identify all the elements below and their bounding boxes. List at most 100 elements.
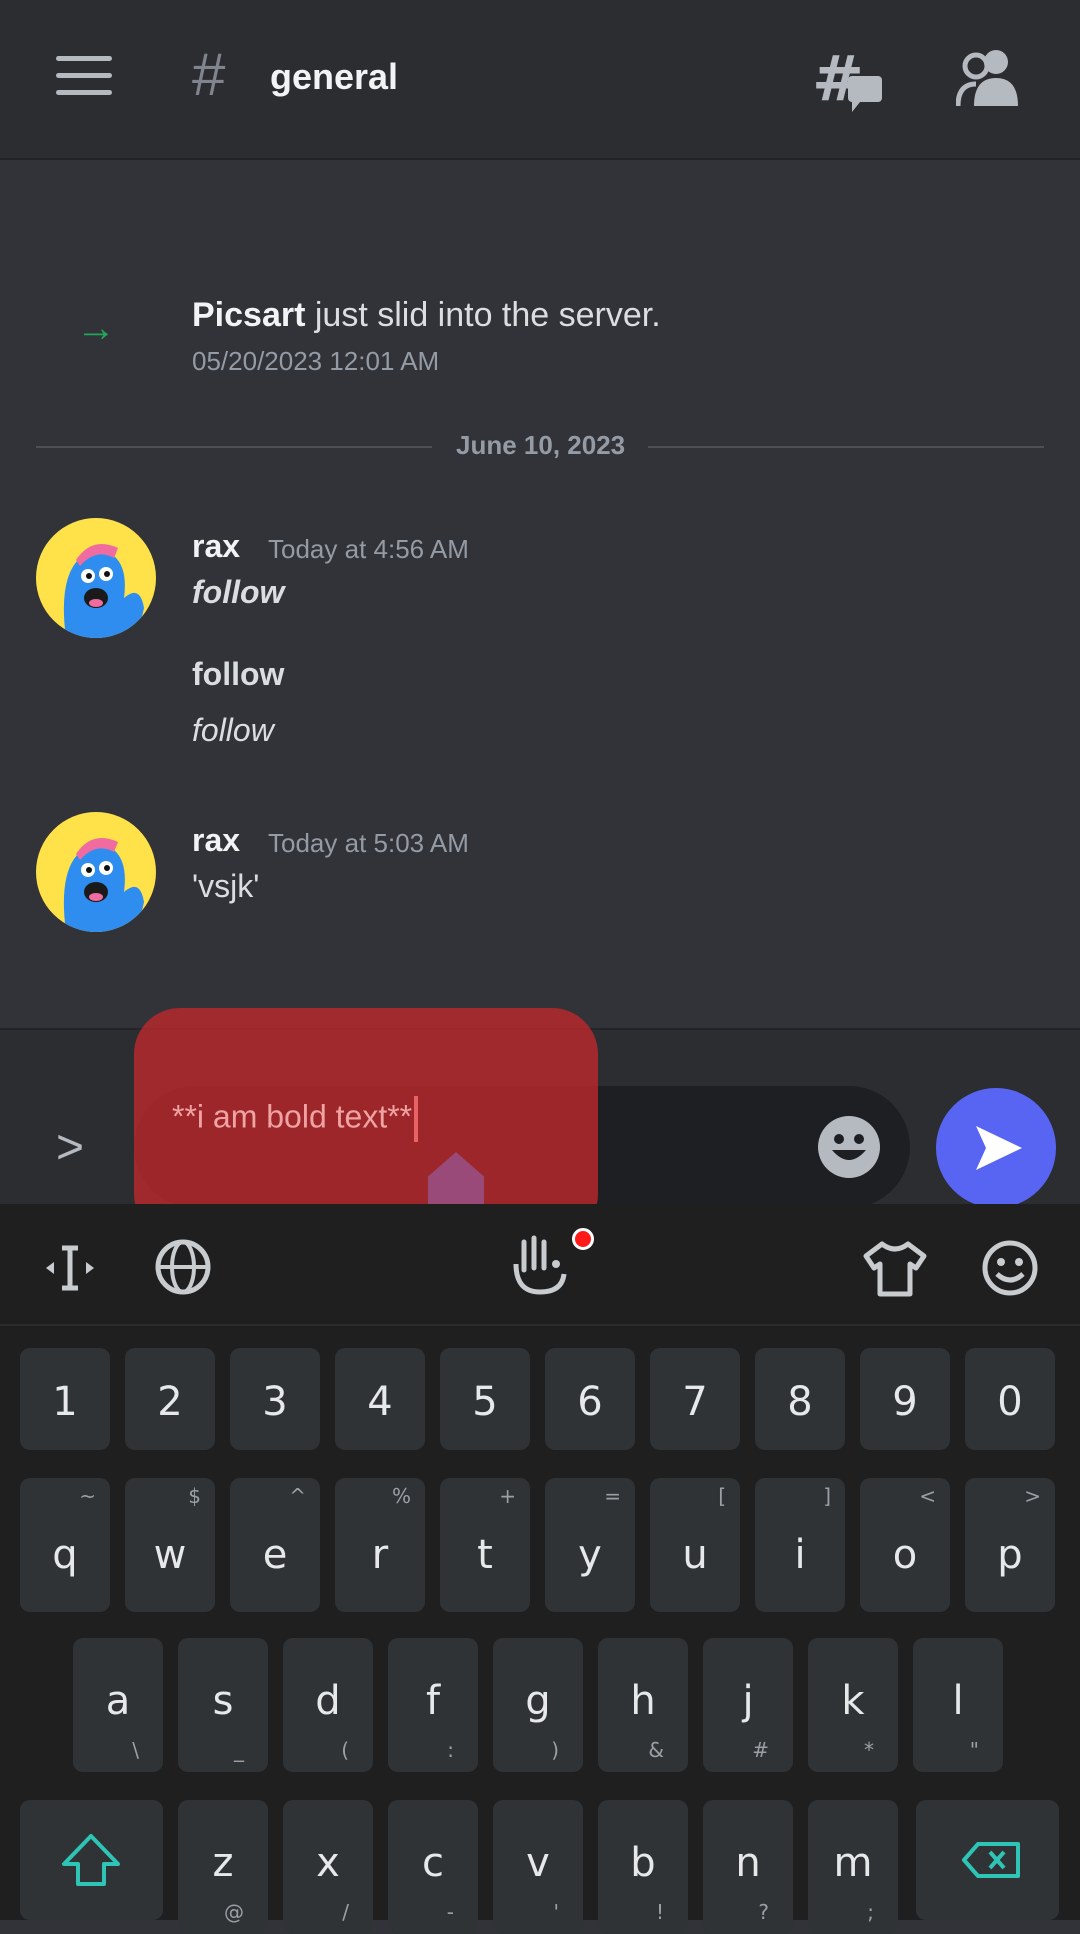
members-icon[interactable] — [956, 48, 1022, 106]
key-sublabel: : — [447, 1738, 454, 1762]
key-z[interactable]: z @ — [178, 1800, 268, 1934]
key-q[interactable]: q ~ — [20, 1478, 110, 1612]
key-label: 2 — [157, 1378, 183, 1425]
key-label: e — [262, 1531, 288, 1578]
message-username[interactable]: rax — [192, 822, 240, 859]
key-label: 8 — [787, 1378, 813, 1425]
key-label: 6 — [577, 1378, 603, 1425]
key-sublabel: $ — [188, 1484, 201, 1508]
key-m[interactable]: m; — [808, 1800, 898, 1934]
key-u[interactable]: u[ — [650, 1478, 740, 1612]
theme-shirt-icon[interactable] — [862, 1240, 928, 1298]
key-8[interactable]: 8 — [755, 1348, 845, 1450]
key-b[interactable]: b! — [598, 1800, 688, 1934]
key-label: v — [526, 1840, 550, 1887]
threads-icon[interactable]: # — [812, 46, 884, 114]
gesture-hand-icon[interactable] — [510, 1234, 570, 1296]
emoji-picker-icon[interactable] — [818, 1116, 880, 1178]
key-5[interactable]: 5 — [440, 1348, 530, 1450]
key-sublabel: ! — [655, 1900, 664, 1924]
key-sublabel: % — [391, 1484, 411, 1508]
key-label: o — [892, 1531, 918, 1578]
key-sublabel: ? — [758, 1900, 769, 1924]
join-username[interactable]: Picsart — [192, 296, 305, 334]
key-w[interactable]: w $ — [125, 1478, 215, 1612]
key-sublabel: > — [1024, 1484, 1041, 1508]
shift-arrow-icon — [62, 1834, 120, 1886]
language-globe-icon[interactable] — [154, 1238, 212, 1296]
key-label: a — [105, 1678, 131, 1725]
key-sublabel: ^ — [289, 1484, 306, 1508]
key-j[interactable]: j # — [703, 1638, 793, 1772]
date-divider-line-right — [648, 446, 1044, 448]
key-label: f — [425, 1678, 441, 1725]
send-icon — [976, 1126, 1022, 1170]
key-3[interactable]: 3 — [230, 1348, 320, 1450]
key-sublabel: * — [864, 1738, 874, 1762]
message-input-value[interactable]: **i am bold text** — [172, 1096, 419, 1142]
key-t[interactable]: t + — [440, 1478, 530, 1612]
key-label: 3 — [262, 1378, 288, 1425]
key-a[interactable]: a \ — [73, 1638, 163, 1772]
key-sublabel: [ — [718, 1484, 726, 1508]
key-g[interactable]: g) — [493, 1638, 583, 1772]
key-4[interactable]: 4 — [335, 1348, 425, 1450]
key-label: s — [212, 1678, 234, 1725]
cursor-move-icon[interactable] — [42, 1240, 98, 1296]
keyboard-toolbar — [0, 1204, 1080, 1326]
backspace-key[interactable] — [916, 1800, 1059, 1920]
emoji-keyboard-icon[interactable] — [980, 1238, 1040, 1298]
key-c[interactable]: c- — [388, 1800, 478, 1934]
message-text[interactable]: 'vsjk' — [192, 868, 259, 905]
date-divider-label: June 10, 2023 — [456, 430, 626, 460]
key-1[interactable]: 1 — [20, 1348, 110, 1450]
key-label: t — [477, 1531, 493, 1578]
key-0[interactable]: 0 — [965, 1348, 1055, 1450]
avatar[interactable] — [36, 812, 156, 932]
expand-actions-icon[interactable]: > — [56, 1120, 84, 1175]
key-d[interactable]: d( — [283, 1638, 373, 1772]
key-y[interactable]: y = — [545, 1478, 635, 1612]
key-label: x — [316, 1840, 340, 1887]
key-label: h — [630, 1678, 656, 1725]
key-9[interactable]: 9 — [860, 1348, 950, 1450]
key-f[interactable]: f: — [388, 1638, 478, 1772]
key-e[interactable]: e ^ — [230, 1478, 320, 1612]
date-divider-line-left — [36, 446, 432, 448]
message-username[interactable]: rax — [192, 528, 240, 565]
key-v[interactable]: v ' — [493, 1800, 583, 1934]
avatar[interactable] — [36, 518, 156, 638]
key-sublabel: # — [752, 1738, 769, 1762]
send-button[interactable] — [936, 1088, 1056, 1208]
message-list[interactable] — [0, 162, 1080, 1027]
key-k[interactable]: k * — [808, 1638, 898, 1772]
key-r[interactable]: r% — [335, 1478, 425, 1612]
key-l[interactable]: l " — [913, 1638, 1003, 1772]
key-s[interactable]: s _ — [178, 1638, 268, 1772]
key-o[interactable]: o < — [860, 1478, 950, 1612]
key-label: 5 — [472, 1378, 498, 1425]
key-sublabel: ] — [823, 1484, 831, 1508]
key-label: p — [997, 1531, 1023, 1578]
key-label: i — [794, 1531, 806, 1578]
key-sublabel: / — [342, 1900, 349, 1924]
key-7[interactable]: 7 — [650, 1348, 740, 1450]
shift-key[interactable] — [20, 1800, 163, 1920]
key-label: l — [952, 1678, 964, 1725]
key-h[interactable]: h & — [598, 1638, 688, 1772]
message-text[interactable]: follow — [192, 574, 284, 611]
key-6[interactable]: 6 — [545, 1348, 635, 1450]
message-timestamp: Today at 4:56 AM — [268, 534, 469, 564]
key-p[interactable]: p > — [965, 1478, 1055, 1612]
key-n[interactable]: n? — [703, 1800, 793, 1934]
key-label: z — [212, 1840, 234, 1887]
message-text[interactable]: follow — [192, 712, 274, 749]
key-x[interactable]: x / — [283, 1800, 373, 1934]
menu-icon[interactable] — [56, 56, 112, 96]
key-2[interactable]: 2 — [125, 1348, 215, 1450]
key-sublabel: - — [446, 1900, 454, 1924]
channel-name[interactable]: general — [270, 56, 398, 98]
message-text[interactable]: follow — [192, 656, 284, 693]
backspace-icon — [962, 1842, 1020, 1878]
key-i[interactable]: i] — [755, 1478, 845, 1612]
